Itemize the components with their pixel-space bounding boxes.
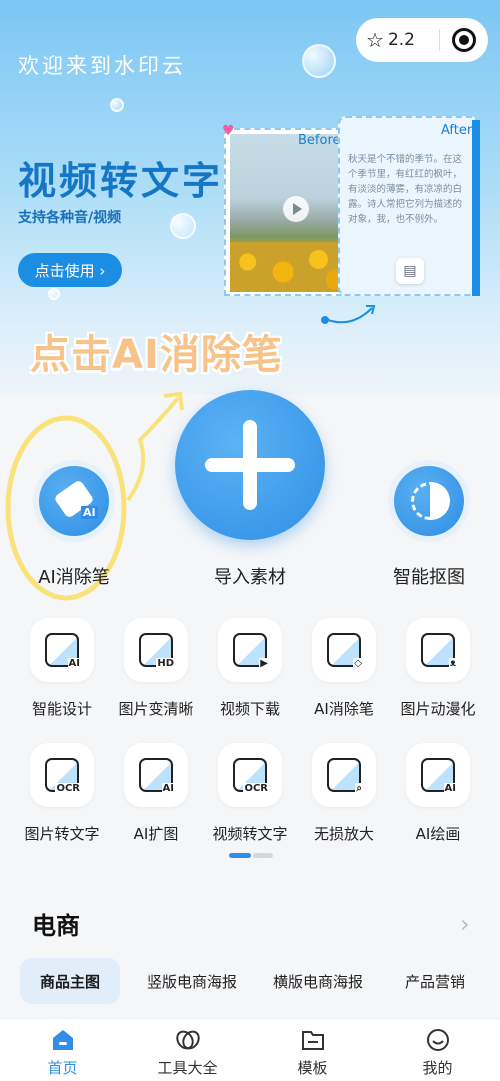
tool-image-enhance[interactable]: HD 图片变清晰 xyxy=(106,618,206,719)
tool-image-to-text[interactable]: OCR 图片转文字 xyxy=(12,743,112,844)
bottom-tab-bar: 首页 工具大全 模板 我的 xyxy=(0,1018,500,1081)
tool-label: 图片转文字 xyxy=(24,825,100,843)
bubble-decoration xyxy=(302,44,336,78)
smart-cutout-button[interactable] xyxy=(388,460,470,542)
category-tab-horizontal-poster[interactable]: 横版电商海报 xyxy=(258,958,378,1004)
callout-hint: 点击AI消除笔 xyxy=(30,332,283,378)
eraser-ai-badge: AI xyxy=(81,506,98,519)
bubble-decoration xyxy=(48,288,60,300)
home-icon xyxy=(50,1027,76,1053)
banner-title: 视频转文字 xyxy=(18,159,224,203)
tools-icon xyxy=(175,1027,201,1053)
eraser-icon: ◇ xyxy=(312,618,376,682)
banner-subtitle: 支持各种音/视频 xyxy=(18,210,122,226)
import-media-button[interactable] xyxy=(175,390,325,540)
version-label: 2.2 xyxy=(387,30,415,50)
tab-label: 工具大全 xyxy=(157,1059,218,1077)
play-icon xyxy=(283,196,309,222)
before-label: Before xyxy=(298,133,341,148)
banner-use-button[interactable]: 点击使用 › xyxy=(18,253,122,287)
tool-label: 图片变清晰 xyxy=(118,700,194,718)
mini-program-capsule: ☆ 2.2 xyxy=(356,18,488,62)
expand-icon: AI xyxy=(124,743,188,807)
star-icon[interactable]: ☆ xyxy=(366,28,384,52)
welcome-text: 欢迎来到水印云 xyxy=(18,54,186,78)
bubble-decoration xyxy=(170,213,196,239)
bubble-decoration xyxy=(110,98,124,112)
tool-label: 无损放大 xyxy=(313,825,374,843)
tab-tools[interactable]: 工具大全 xyxy=(125,1019,250,1081)
smile-icon xyxy=(425,1027,451,1053)
smart-cutout-label: 智能抠图 xyxy=(393,567,465,588)
category-tab-main-image[interactable]: 商品主图 xyxy=(20,958,120,1004)
sample-text: 秋天是个不错的季节。在这个季节里，有红红的枫叶，有淡淡的薄雾，有凉凉的白露。诗人… xyxy=(348,154,463,225)
tool-smart-design[interactable]: AI 智能设计 xyxy=(12,618,112,719)
folder-icon xyxy=(300,1027,326,1053)
eraser-icon: AI xyxy=(39,466,109,536)
tab-label: 我的 xyxy=(422,1059,453,1077)
tool-label: 智能设计 xyxy=(31,700,92,718)
tool-label: AI扩图 xyxy=(133,825,179,843)
magnifier-icon: ⌕ xyxy=(312,743,376,807)
after-tag-bar xyxy=(472,120,480,296)
target-icon[interactable] xyxy=(451,28,476,52)
tool-label: AI绘画 xyxy=(415,825,461,843)
tab-home[interactable]: 首页 xyxy=(0,1019,125,1081)
curved-arrow-icon xyxy=(327,305,376,324)
sunflower-field xyxy=(230,242,348,292)
painting-icon: AI xyxy=(406,743,470,807)
tool-ai-expand[interactable]: AI AI扩图 xyxy=(106,743,206,844)
tool-ai-painting[interactable]: AI AI绘画 xyxy=(388,743,488,844)
section-title: 电商 xyxy=(32,912,80,940)
sunflower-photo xyxy=(230,134,348,292)
chevron-right-icon[interactable]: › xyxy=(460,910,470,938)
capsule-divider xyxy=(438,29,440,51)
design-icon: AI xyxy=(30,618,94,682)
after-label: After xyxy=(441,123,473,138)
anime-icon: ᴥ xyxy=(406,618,470,682)
video-download-icon: ▶ xyxy=(218,618,282,682)
tab-templates[interactable]: 模板 xyxy=(250,1019,375,1081)
cutout-icon xyxy=(394,466,464,536)
cutout-half xyxy=(430,482,450,520)
page-indicator-inactive xyxy=(253,853,273,858)
tool-label: 视频下载 xyxy=(219,700,280,718)
tool-label: AI消除笔 xyxy=(314,700,374,718)
tab-mine[interactable]: 我的 xyxy=(375,1019,500,1081)
ocr-icon: OCR xyxy=(30,743,94,807)
import-media-label: 导入素材 xyxy=(214,567,286,588)
page-indicator-active xyxy=(229,853,251,858)
tab-label: 模板 xyxy=(297,1059,328,1077)
tool-video-download[interactable]: ▶ 视频下载 xyxy=(200,618,300,719)
tool-anime-image[interactable]: ᴥ 图片动漫化 xyxy=(388,618,488,719)
ai-eraser-label: AI消除笔 xyxy=(38,567,110,588)
heart-icon: ♥ xyxy=(222,123,235,139)
tool-lossless-upscale[interactable]: ⌕ 无损放大 xyxy=(294,743,394,844)
document-icon: ▤ xyxy=(396,258,424,284)
video-ocr-icon: OCR xyxy=(218,743,282,807)
category-tab-marketing[interactable]: 产品营销 xyxy=(390,958,480,1004)
tool-label: 视频转文字 xyxy=(212,825,288,843)
tool-label: 图片动漫化 xyxy=(400,700,476,718)
before-photo-card xyxy=(224,128,352,296)
category-tab-vertical-poster[interactable]: 竖版电商海报 xyxy=(132,958,252,1004)
tab-label: 首页 xyxy=(47,1059,78,1077)
page-indicator xyxy=(229,853,273,858)
ai-eraser-button[interactable]: AI xyxy=(33,460,115,542)
tool-ai-eraser[interactable]: ◇ AI消除笔 xyxy=(294,618,394,719)
tool-video-to-text[interactable]: OCR 视频转文字 xyxy=(200,743,300,844)
hd-image-icon: HD xyxy=(124,618,188,682)
